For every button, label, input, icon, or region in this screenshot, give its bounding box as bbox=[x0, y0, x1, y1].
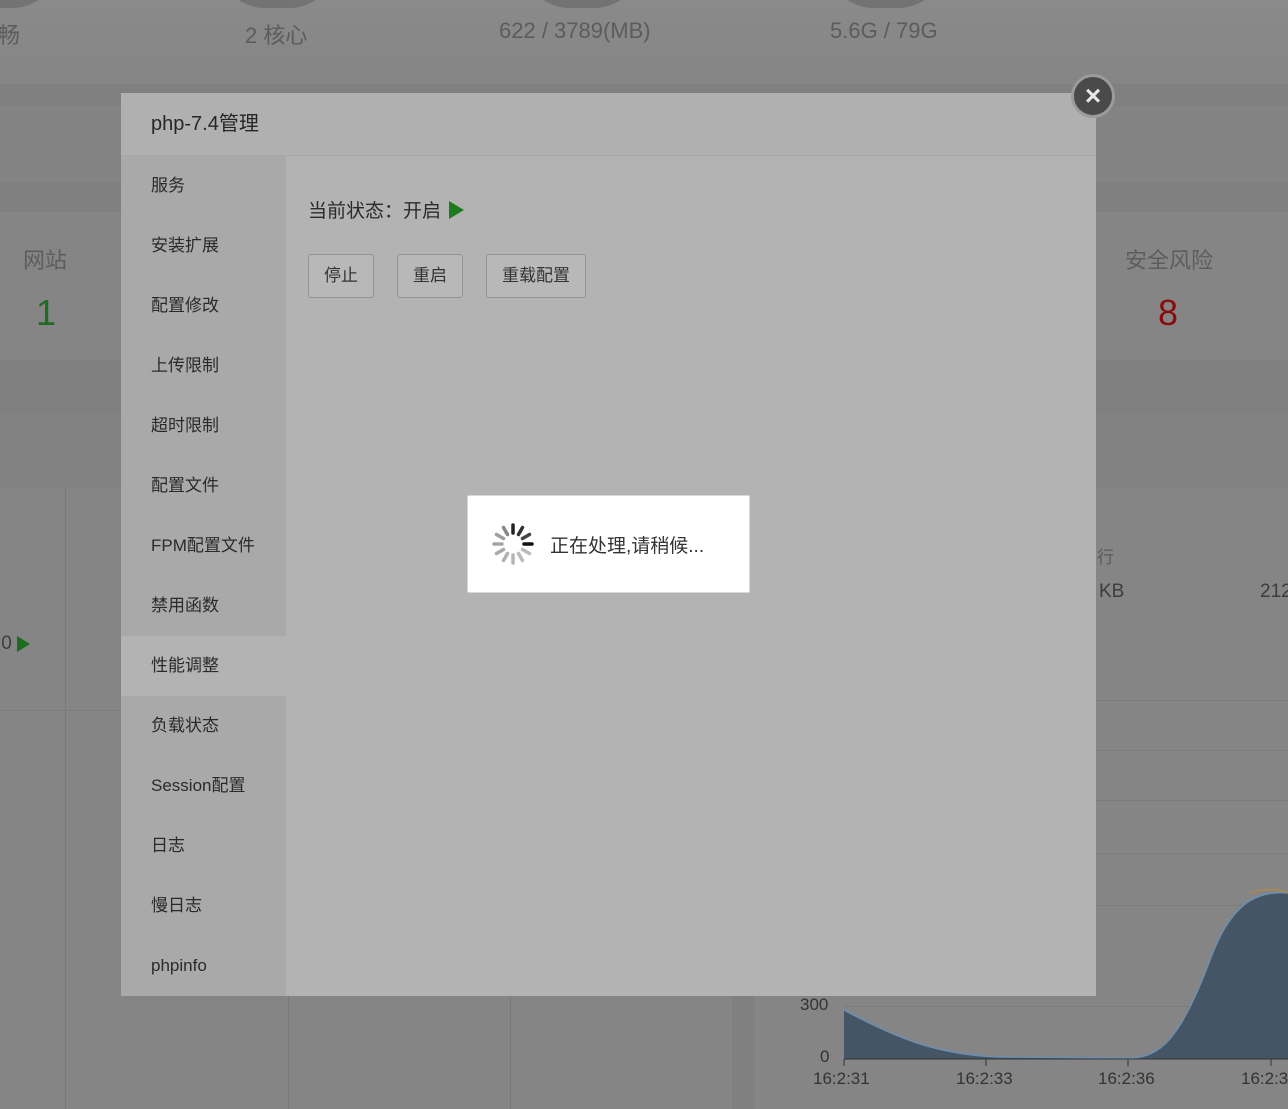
play-icon bbox=[449, 200, 465, 219]
chart-x-tick-label: 16:2:3 bbox=[1241, 1069, 1288, 1088]
reload-config-button[interactable]: 重载配置 bbox=[486, 254, 586, 298]
sidebar-item-phpinfo[interactable]: phpinfo bbox=[121, 936, 286, 996]
chart-x-tick-label: 16:2:33 bbox=[956, 1069, 1013, 1088]
sidebar-item-load-status[interactable]: 负载状态 bbox=[121, 696, 286, 756]
sidebar-item-fpm-config-file[interactable]: FPM配置文件 bbox=[121, 516, 286, 576]
sidebar-item-performance-tuning[interactable]: 性能调整 bbox=[121, 636, 286, 696]
sidebar-item-install-extension[interactable]: 安装扩展 bbox=[121, 216, 286, 276]
modal-title: php-7.4管理 bbox=[121, 93, 1096, 156]
sidebar-item-service[interactable]: 服务 bbox=[121, 156, 286, 216]
sidebar-item-logs[interactable]: 日志 bbox=[121, 816, 286, 876]
spinner-icon bbox=[492, 523, 534, 565]
restart-button[interactable]: 重启 bbox=[397, 254, 463, 298]
status-label: 当前状态： bbox=[308, 201, 404, 222]
sidebar-item-config-file[interactable]: 配置文件 bbox=[121, 456, 286, 516]
status-value: 开启 bbox=[403, 201, 442, 222]
sidebar-item-upload-limit[interactable]: 上传限制 bbox=[121, 336, 286, 396]
chart-y-tick-label: 0 bbox=[820, 1047, 830, 1066]
chart-x-tick-label: 16:2:31 bbox=[813, 1069, 870, 1088]
close-icon: × bbox=[1084, 80, 1102, 111]
service-status-row: 当前状态： 开启 bbox=[308, 196, 465, 223]
loading-dialog: 正在处理,请稍候... bbox=[467, 495, 750, 593]
sidebar-item-config-edit[interactable]: 配置修改 bbox=[121, 276, 286, 336]
service-actions: 停止 重启 重载配置 bbox=[308, 254, 609, 298]
sidebar-item-slow-log[interactable]: 慢日志 bbox=[121, 876, 286, 936]
modal-sidebar: 服务 安装扩展 配置修改 上传限制 超时限制 配置文件 FPM配置文件 禁用函数… bbox=[121, 156, 286, 996]
chart-x-tick-label: 16:2:36 bbox=[1098, 1069, 1155, 1088]
loading-text: 正在处理,请稍候... bbox=[550, 535, 705, 557]
modal-close-button[interactable]: × bbox=[1071, 74, 1115, 118]
stop-button[interactable]: 停止 bbox=[308, 254, 374, 298]
sidebar-item-timeout-limit[interactable]: 超时限制 bbox=[121, 396, 286, 456]
chart-y-tick-label: 300 bbox=[800, 995, 829, 1014]
sidebar-item-disabled-functions[interactable]: 禁用函数 bbox=[121, 576, 286, 636]
sidebar-item-session-config[interactable]: Session配置 bbox=[121, 756, 286, 816]
